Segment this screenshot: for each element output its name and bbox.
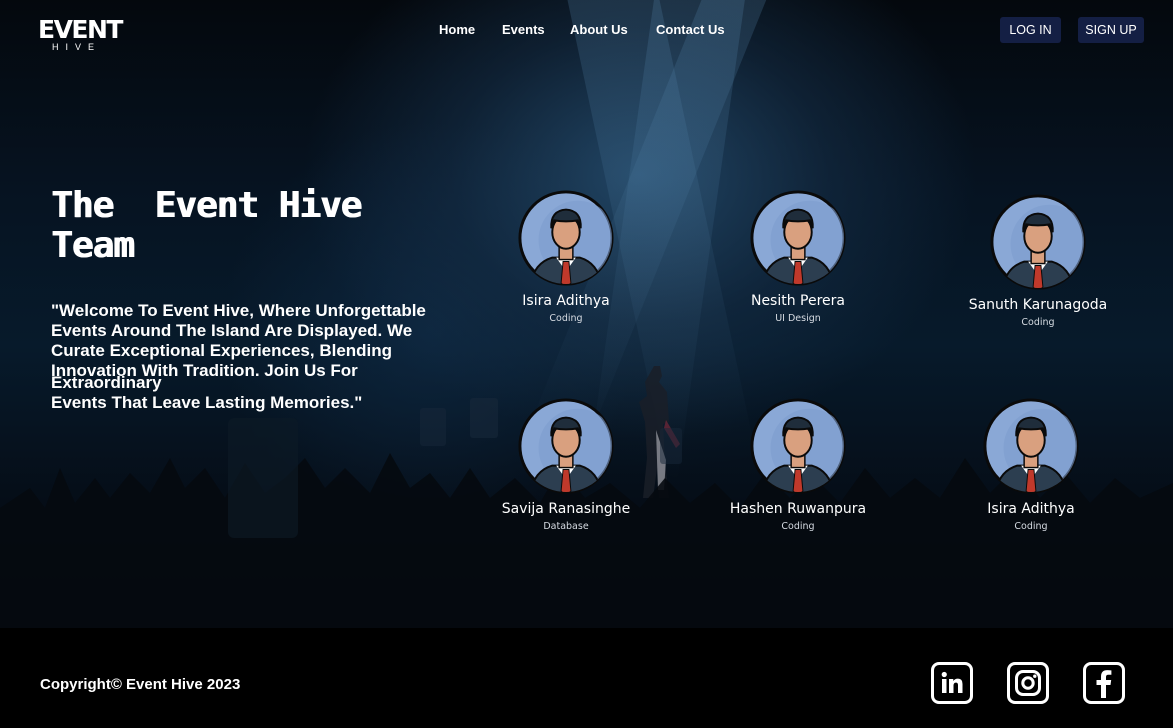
page-title-line2: Team bbox=[51, 225, 135, 266]
login-button[interactable]: LOG IN bbox=[1000, 17, 1061, 43]
team-member-card[interactable]: Savija Ranasinghe Database bbox=[466, 397, 666, 532]
avatar-icon bbox=[983, 398, 1079, 494]
team-member-role: Coding bbox=[1021, 317, 1055, 328]
team-member-role: UI Design bbox=[775, 313, 821, 324]
team-member-role: Database bbox=[543, 521, 589, 532]
signup-button[interactable]: SIGN UP bbox=[1078, 17, 1144, 43]
team-member-name: Sanuth Karunagoda bbox=[968, 297, 1108, 313]
team-member-role: Coding bbox=[1014, 521, 1048, 532]
team-member-name: Isira Adithya bbox=[987, 501, 1075, 517]
instagram-icon[interactable] bbox=[1007, 662, 1049, 704]
team-member-name: Savija Ranasinghe bbox=[501, 501, 631, 517]
nav-link-about-us[interactable]: About Us bbox=[570, 22, 628, 37]
avatar-icon bbox=[750, 190, 846, 286]
linkedin-icon[interactable] bbox=[931, 662, 973, 704]
navbar: EVENT HIVE Home Events About Us Contact … bbox=[0, 0, 1173, 62]
avatar-icon bbox=[518, 398, 614, 494]
logo-wordmark: EVENT bbox=[38, 15, 123, 44]
site-logo[interactable]: EVENT HIVE bbox=[38, 15, 123, 53]
team-member-role: Coding bbox=[781, 521, 815, 532]
team-member-name: Isira Adithya bbox=[522, 293, 610, 309]
page-title: The Event Hive Team bbox=[51, 185, 362, 266]
welcome-text-line1: "Welcome To Event Hive, Where Unforgetta… bbox=[51, 301, 426, 380]
team-member-name: Hashen Ruwanpura bbox=[729, 501, 867, 517]
team-member-card[interactable]: Isira Adithya Coding bbox=[466, 189, 666, 324]
nav-link-home[interactable]: Home bbox=[439, 22, 475, 37]
facebook-icon[interactable] bbox=[1083, 662, 1125, 704]
team-member-card[interactable]: Sanuth Karunagoda Coding bbox=[938, 193, 1138, 328]
copyright-text: Copyright© Event Hive 2023 bbox=[40, 676, 241, 693]
welcome-text: "Welcome To Event Hive, Where Unforgetta… bbox=[51, 301, 461, 413]
nav-link-contact-us[interactable]: Contact Us bbox=[656, 22, 725, 37]
footer: Copyright© Event Hive 2023 bbox=[0, 628, 1173, 728]
avatar-icon bbox=[990, 194, 1086, 290]
team-member-card[interactable]: Isira Adithya Coding bbox=[931, 397, 1131, 532]
avatar-icon bbox=[750, 398, 846, 494]
team-member-card[interactable]: Nesith Perera UI Design bbox=[698, 189, 898, 324]
page-title-line1: The Event Hive bbox=[51, 185, 362, 226]
team-member-name: Nesith Perera bbox=[750, 293, 846, 309]
nav-link-events[interactable]: Events bbox=[502, 22, 545, 37]
avatar-icon bbox=[518, 190, 614, 286]
team-member-card[interactable]: Hashen Ruwanpura Coding bbox=[698, 397, 898, 532]
team-member-role: Coding bbox=[549, 313, 583, 324]
